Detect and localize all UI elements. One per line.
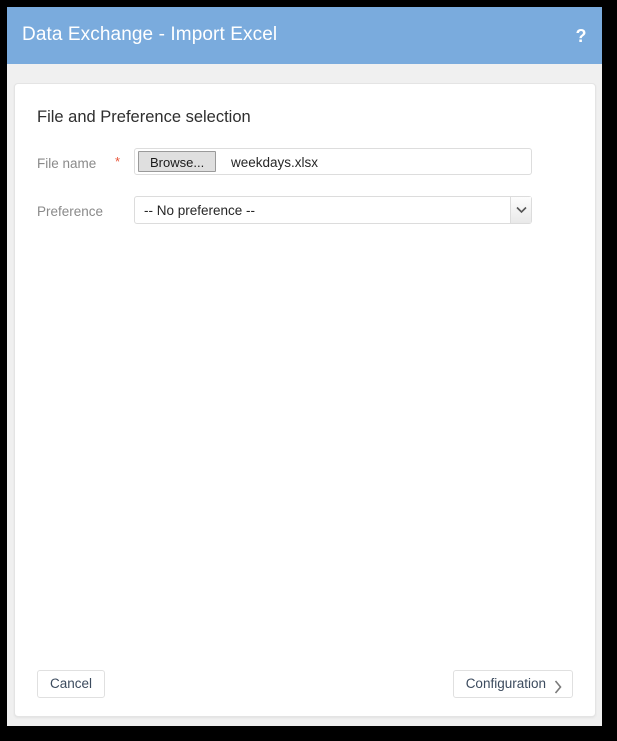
help-icon[interactable]: ? — [571, 24, 591, 48]
selected-file-name: weekdays.xlsx — [231, 155, 319, 170]
page-title: Data Exchange - Import Excel — [22, 24, 278, 45]
app-viewport: Data Exchange - Import Excel ? File and … — [7, 7, 602, 726]
card-heading: File and Preference selection — [37, 108, 251, 126]
selection-form: File name * Browse... weekdays.xlsx Pref… — [15, 148, 595, 232]
preference-selected-value: -- No preference -- — [144, 203, 256, 218]
form-row-file-name: File name * Browse... weekdays.xlsx — [15, 148, 595, 184]
form-row-preference: Preference -- No preference -- — [15, 196, 595, 232]
file-input[interactable]: Browse... weekdays.xlsx — [134, 148, 532, 175]
window-titlebar: Data Exchange - Import Excel ? — [7, 7, 602, 64]
content-card: File and Preference selection File name … — [14, 83, 596, 717]
preference-label: Preference — [37, 204, 104, 219]
browse-button[interactable]: Browse... — [138, 151, 217, 172]
chevron-down-icon[interactable] — [510, 197, 531, 223]
configuration-button-label: Configuration — [465, 676, 546, 691]
cancel-button[interactable]: Cancel — [37, 670, 106, 698]
card-footer: Cancel Configuration — [15, 670, 595, 700]
configuration-button[interactable]: Configuration — [452, 670, 573, 698]
file-name-label: File name — [37, 156, 97, 171]
required-asterisk: * — [115, 154, 121, 169]
preference-select[interactable]: -- No preference -- — [134, 196, 532, 224]
chevron-right-icon — [554, 677, 562, 703]
